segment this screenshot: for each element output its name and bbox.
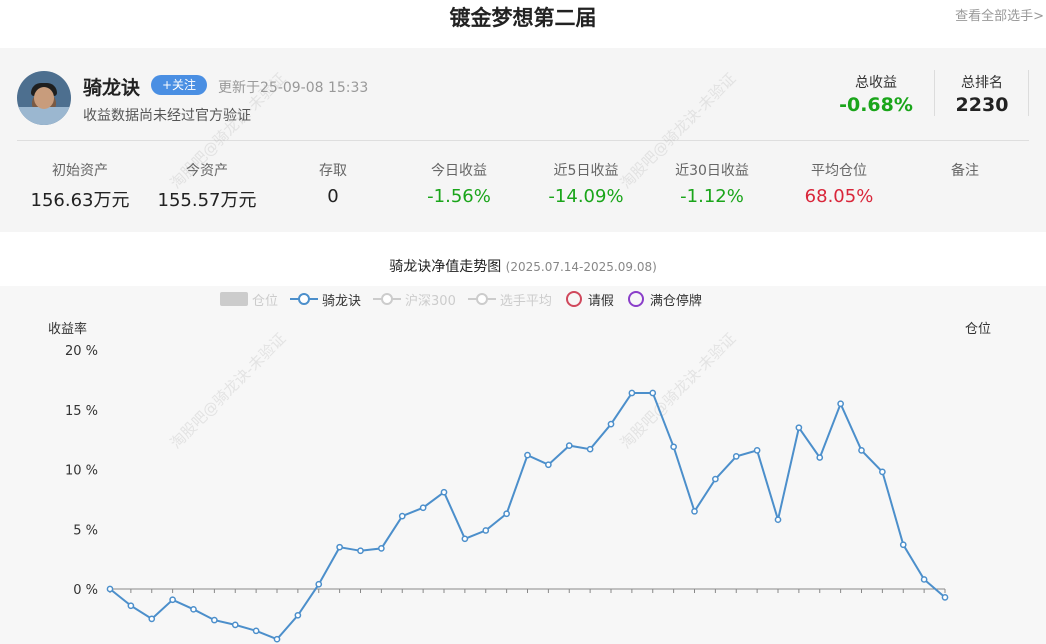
y-tick-label: 15 %	[65, 404, 98, 419]
data-point	[628, 389, 636, 397]
data-point	[357, 547, 364, 555]
data-point	[482, 527, 490, 534]
series-line-qilongjue	[109, 392, 946, 641]
data-point	[941, 594, 949, 601]
data-point	[524, 451, 531, 459]
data-point	[774, 516, 782, 524]
data-point	[440, 488, 448, 496]
data-point	[190, 605, 197, 613]
data-point	[315, 580, 323, 588]
data-point	[231, 621, 239, 629]
data-point	[148, 615, 156, 623]
data-point	[273, 635, 281, 643]
data-point	[899, 541, 907, 549]
data-point	[795, 424, 803, 432]
data-point	[565, 442, 573, 449]
data-point	[858, 447, 865, 454]
data-point	[106, 585, 114, 593]
data-point	[378, 545, 385, 552]
data-point	[607, 420, 615, 428]
data-point	[545, 461, 552, 469]
data-point	[169, 596, 176, 604]
data-point	[586, 445, 594, 453]
data-point	[753, 447, 761, 454]
net-value-line-chart[interactable]: 20 %15 %10 %5 %0 %-5 %	[0, 0, 1046, 644]
data-point	[419, 504, 427, 512]
y-tick-label: 5 %	[73, 523, 98, 538]
data-point	[732, 453, 740, 460]
data-point	[336, 543, 343, 551]
data-point	[712, 475, 719, 483]
data-point	[837, 400, 844, 408]
data-point	[211, 616, 218, 624]
data-point	[649, 389, 657, 397]
data-point	[461, 535, 469, 543]
y-tick-label: 10 %	[65, 464, 98, 479]
data-point	[920, 576, 928, 583]
y-tick-label: 0 %	[73, 583, 98, 598]
data-point	[670, 443, 677, 451]
data-point	[879, 468, 886, 476]
data-point	[691, 507, 698, 515]
data-point	[127, 602, 135, 610]
y-tick-label: 20 %	[65, 344, 98, 359]
data-point	[816, 454, 824, 461]
data-point	[294, 611, 302, 619]
data-point	[503, 510, 510, 518]
data-point	[398, 512, 406, 520]
data-point	[252, 627, 260, 635]
